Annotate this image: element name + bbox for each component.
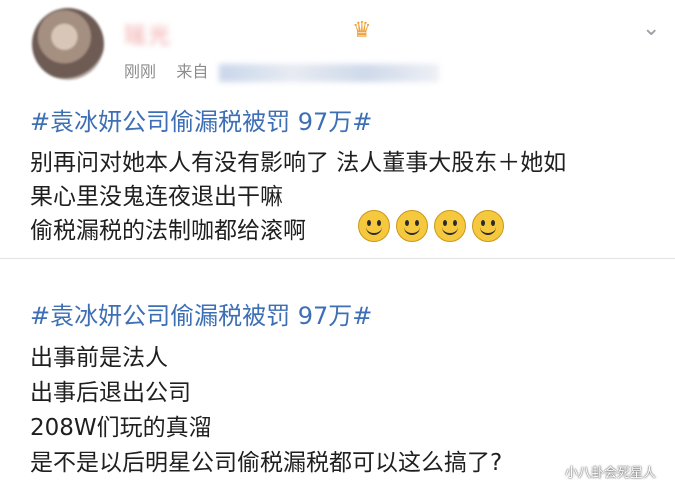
post-text-line: 果心里没鬼连夜退出干嘛 [30,184,283,210]
chevron-down-icon[interactable]: ⌄ [642,16,660,41]
divider [0,258,675,259]
smile-emoji-icon [396,210,428,242]
post-text-line: 出事后退出公司 [30,380,191,406]
watermark: 小八卦会死星人 [565,466,657,481]
username[interactable]: 瑶光 [124,18,344,46]
post-text-line: 是不是以后明星公司偷税漏税都可以这么搞了? [30,450,503,476]
crown-icon: ♛ [352,18,372,43]
hashtag-link[interactable]: #袁冰妍公司偷漏税被罚 97万# [30,296,372,331]
hashtag-link[interactable]: #袁冰妍公司偷漏税被罚 97万# [30,102,372,137]
post-text-line: 出事前是法人 [30,345,168,371]
post-source-prefix: 来自 [176,62,209,81]
post-text-line: 偷税漏税的法制咖都给滚啊 [30,218,306,244]
smile-emoji-icon [472,210,504,242]
avatar[interactable] [32,8,104,80]
smile-emoji-icon [434,210,466,242]
post-text-line: 别再问对她本人有没有影响了 法人董事大股东＋她如 [30,150,567,176]
post-source [219,63,440,82]
post-meta: 刚刚 来自 [124,58,440,82]
post-text-line: 208W们玩的真溜 [30,415,212,441]
smile-emoji-icon [358,210,390,242]
emoji-row [358,210,504,242]
post-time: 刚刚 [124,62,157,81]
